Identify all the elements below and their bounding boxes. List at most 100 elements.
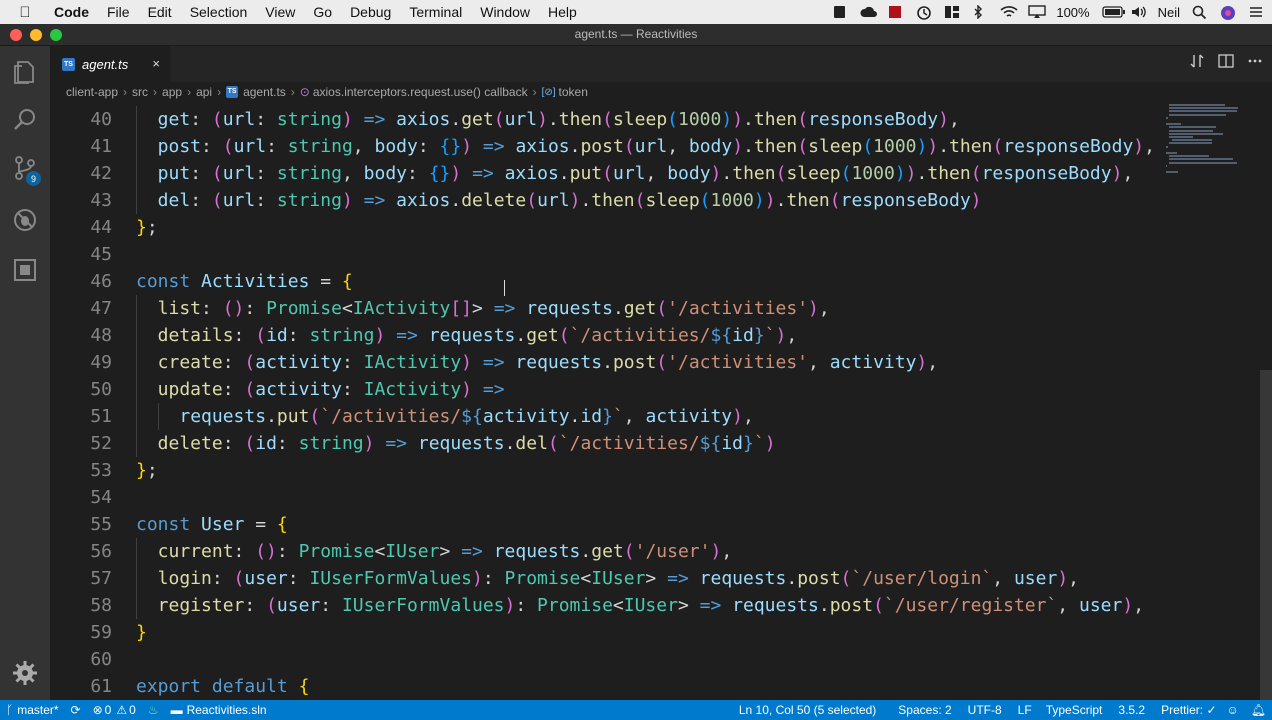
menu-edit[interactable]: Edit	[139, 4, 181, 20]
code-line[interactable]: 59}	[50, 619, 1160, 646]
solution-indicator[interactable]: ▬ Reactivities.sln	[165, 703, 273, 717]
code-line[interactable]: 48 details: (id: string) => requests.get(…	[50, 322, 1160, 349]
code-token: =>	[363, 109, 386, 130]
breadcrumb-src[interactable]: src	[132, 85, 148, 99]
breadcrumb-token[interactable]: [⊘] token	[542, 85, 588, 99]
feedback-icon[interactable]: ☺	[1223, 703, 1245, 717]
indentation[interactable]: Spaces: 2	[892, 703, 961, 717]
siri-icon[interactable]	[1220, 5, 1236, 20]
code-editor[interactable]: 40 get: (url: string) => axios.get(url).t…	[50, 102, 1160, 700]
breadcrumb-client-app[interactable]: client-app	[66, 85, 118, 99]
explorer-icon[interactable]	[0, 49, 50, 95]
airplay-icon[interactable]	[1028, 5, 1047, 19]
extensions-icon[interactable]	[0, 247, 50, 293]
code-line[interactable]: 57 login: (user: IUserFormValues): Promis…	[50, 565, 1160, 592]
tab-agent-ts[interactable]: TS agent.ts ×	[50, 46, 170, 82]
notifications-icon[interactable]: 🔔︎	[1245, 703, 1272, 717]
spotlight-search-icon[interactable]	[1192, 5, 1208, 20]
code-line[interactable]: 42 put: (url: string, body: {}) => axios.…	[50, 160, 1160, 187]
tab-label: agent.ts	[82, 56, 129, 72]
indent-guide	[136, 160, 137, 187]
menu-selection[interactable]: Selection	[181, 4, 257, 20]
app-tray-icon[interactable]	[832, 5, 848, 19]
flame-icon[interactable]: ♨	[142, 703, 165, 717]
record-icon[interactable]	[888, 5, 904, 19]
source-control-icon[interactable]: 9	[0, 145, 50, 191]
window-grid-icon[interactable]	[944, 5, 960, 19]
git-branch[interactable]: ᚴ master*	[0, 703, 65, 717]
code-line[interactable]: 41 post: (url: string, body: {}) => axios…	[50, 133, 1160, 160]
code-line[interactable]: 47 list: (): Promise<IActivity[]> => requ…	[50, 295, 1160, 322]
code-token: (	[797, 109, 809, 130]
code-token: ${	[461, 406, 483, 427]
line-number: 55	[90, 514, 112, 535]
wifi-icon[interactable]	[1000, 5, 1018, 19]
menu-terminal[interactable]: Terminal	[400, 4, 471, 20]
notification-center-icon[interactable]	[1248, 5, 1264, 19]
breadcrumb-callback[interactable]: ⊙ axios.interceptors.request.use() callb…	[300, 85, 528, 99]
open-changes-icon[interactable]	[1190, 54, 1204, 71]
cursor-position[interactable]: Ln 10, Col 50 (5 selected)	[733, 703, 892, 717]
breadcrumb-api[interactable]: api	[196, 85, 212, 99]
menu-help[interactable]: Help	[539, 4, 586, 20]
code-line[interactable]: 45	[50, 241, 1160, 268]
menu-file[interactable]: File	[98, 4, 139, 20]
code-line[interactable]: 40 get: (url: string) => axios.get(url).t…	[50, 106, 1160, 133]
battery-icon[interactable]	[1101, 5, 1125, 19]
apple-icon[interactable]: 	[0, 4, 50, 21]
close-tab-icon[interactable]: ×	[152, 56, 160, 71]
line-number: 61	[90, 676, 112, 697]
search-icon[interactable]	[0, 97, 50, 143]
window-titlebar: agent.ts — Reactivities	[0, 24, 1272, 46]
language-mode[interactable]: TypeScript	[1040, 703, 1113, 717]
volume-icon[interactable]	[1130, 5, 1146, 19]
code-token: then	[732, 163, 776, 184]
settings-gear-icon[interactable]	[0, 650, 50, 696]
code-line[interactable]: 50 update: (activity: IActivity) =>	[50, 376, 1160, 403]
code-token: :	[255, 190, 277, 211]
code-line[interactable]: 46 const Activities = {	[50, 268, 1160, 295]
end-of-line[interactable]: LF	[1012, 703, 1040, 717]
time-machine-icon[interactable]	[916, 5, 932, 20]
code-line[interactable]: 43 del: (url: string) => axios.delete(url…	[50, 187, 1160, 214]
cloud-icon[interactable]	[860, 5, 878, 19]
minimap-line	[1169, 142, 1212, 145]
problems-indicator[interactable]: ⊗ 0 ⚠ 0	[87, 703, 142, 717]
breadcrumb-app[interactable]: app	[162, 85, 182, 99]
code-token: }	[136, 217, 147, 238]
bluetooth-icon[interactable]	[972, 4, 988, 20]
menu-app[interactable]: Code	[50, 4, 98, 20]
code-token: IUser	[623, 595, 678, 616]
menu-debug[interactable]: Debug	[341, 4, 400, 20]
code-line[interactable]: 60	[50, 646, 1160, 673]
vertical-scrollbar-thumb[interactable]	[1260, 370, 1272, 700]
code-token: requests	[515, 352, 603, 373]
menu-go[interactable]: Go	[304, 4, 341, 20]
code-line[interactable]: 56 current: (): Promise<IUser> => request…	[50, 538, 1160, 565]
sync-icon[interactable]: ⟳	[65, 703, 87, 717]
code-line[interactable]: 58 register: (user: IUserFormValues): Pro…	[50, 592, 1160, 619]
more-actions-icon[interactable]	[1248, 54, 1262, 71]
menu-view[interactable]: View	[256, 4, 304, 20]
code-line[interactable]: 49 create: (activity: IActivity) => reque…	[50, 349, 1160, 376]
breadcrumb-agent-ts[interactable]: TS agent.ts	[226, 85, 286, 99]
breadcrumb-token-label: token	[558, 85, 588, 99]
prettier-status[interactable]: Prettier: ✓	[1155, 703, 1222, 717]
code-line[interactable]: 54	[50, 484, 1160, 511]
code-line[interactable]: 44};	[50, 214, 1160, 241]
encoding[interactable]: UTF-8	[962, 703, 1012, 717]
code-token: >	[645, 568, 668, 589]
minimap[interactable]	[1160, 102, 1272, 700]
line-number: 56	[90, 541, 112, 562]
typescript-version[interactable]: 3.5.2	[1112, 703, 1155, 717]
code-line[interactable]: 51 requests.put(`/activities/${activity.i…	[50, 403, 1160, 430]
menu-window[interactable]: Window	[471, 4, 539, 20]
split-editor-icon[interactable]	[1218, 54, 1234, 71]
code-line[interactable]: 53};	[50, 457, 1160, 484]
code-line[interactable]: 61 export default {	[50, 673, 1160, 700]
code-line[interactable]: 52 delete: (id: string) => requests.del(`…	[50, 430, 1160, 457]
debug-icon[interactable]	[0, 197, 50, 243]
code-line[interactable]: 55 const User = {	[50, 511, 1160, 538]
user-name[interactable]: Neil	[1158, 5, 1180, 20]
